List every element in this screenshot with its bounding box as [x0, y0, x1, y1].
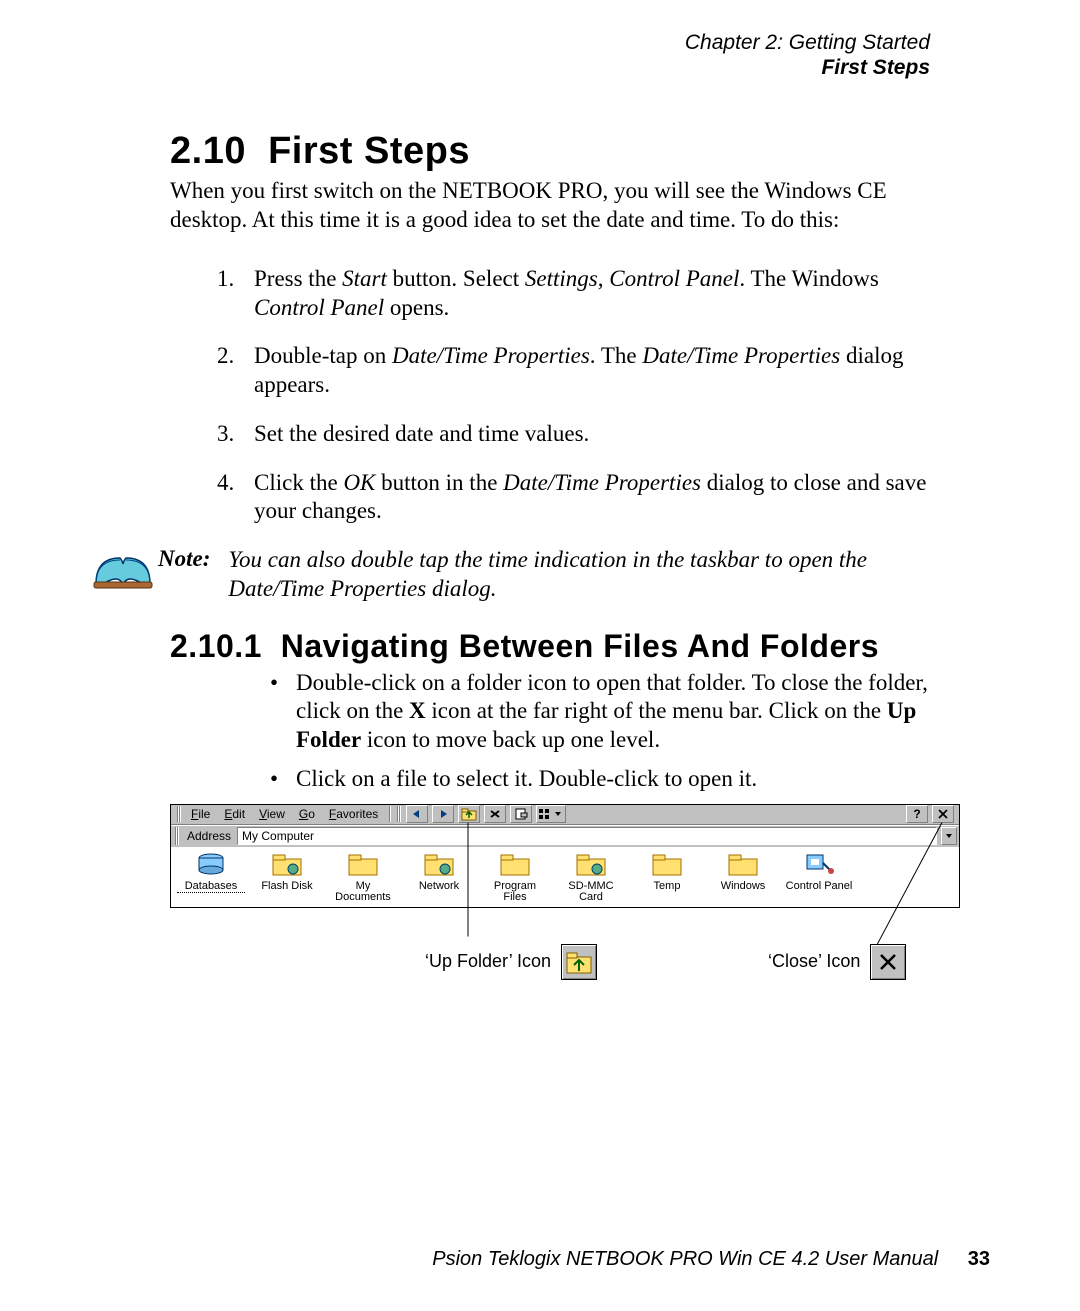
delete-button[interactable]	[484, 805, 506, 823]
page-number: 33	[968, 1248, 990, 1270]
fs-item[interactable]: Network	[405, 851, 473, 903]
address-bar: Address My Computer	[171, 825, 959, 847]
forward-button[interactable]	[432, 805, 454, 823]
bullet-2: Click on a file to select it. Double-cli…	[270, 765, 930, 794]
gripper[interactable]	[397, 806, 401, 822]
callout-label: ‘Up Folder’ Icon	[425, 951, 551, 972]
close-callout: ‘Close’ Icon	[768, 944, 906, 980]
step-1: Press the Start button. Select Settings,…	[240, 265, 930, 323]
callout-label: ‘Close’ Icon	[768, 951, 860, 972]
heading-title: First Steps	[268, 130, 470, 172]
back-button[interactable]	[406, 805, 428, 823]
menu-file[interactable]: File	[185, 804, 216, 824]
section-heading: 2.10 First Steps	[170, 130, 990, 173]
note-block: Note: You can also double tap the time i…	[90, 546, 930, 604]
address-label: Address	[185, 829, 233, 843]
fs-item[interactable]: Temp	[633, 851, 701, 903]
menu-go[interactable]: Go	[293, 804, 321, 824]
fs-item[interactable]: Databases	[177, 851, 245, 903]
header-chapter: Chapter 2: Getting Started	[90, 30, 930, 55]
up-folder-callout: ‘Up Folder’ Icon	[425, 944, 597, 980]
fs-item[interactable]: My Documents	[329, 851, 397, 903]
address-dropdown[interactable]	[941, 827, 957, 845]
subheading-title: Navigating Between Files And Folders	[281, 628, 879, 664]
book-icon	[92, 546, 154, 594]
menu-favorites[interactable]: Favorites	[323, 804, 384, 824]
fs-item[interactable]: SD-MMC Card	[557, 851, 625, 903]
up-folder-button[interactable]	[458, 805, 480, 823]
note-text: You can also double tap the time indicat…	[228, 546, 930, 604]
explorer-window: File Edit View Go Favorites ?	[170, 804, 960, 908]
step-4: Click the OK button in the Date/Time Pro…	[240, 469, 930, 527]
menu-edit[interactable]: Edit	[218, 804, 251, 824]
help-button[interactable]: ?	[906, 805, 928, 823]
fs-item[interactable]: Control Panel	[785, 851, 853, 903]
menubar: File Edit View Go Favorites ?	[171, 805, 959, 825]
explorer-figure: File Edit View Go Favorites ?	[170, 804, 930, 1014]
fs-item[interactable]: Program Files	[481, 851, 549, 903]
address-field[interactable]: My Computer	[237, 827, 937, 845]
bullet-list: Double-click on a folder icon to open th…	[270, 669, 930, 794]
up-folder-icon	[561, 944, 597, 980]
menu-view[interactable]: View	[253, 804, 291, 824]
close-icon	[870, 944, 906, 980]
views-button[interactable]	[536, 805, 566, 823]
step-3: Set the desired date and time values.	[240, 420, 930, 449]
fs-item[interactable]: Flash Disk	[253, 851, 321, 903]
footer-title: Psion Teklogix NETBOOK PRO Win CE 4.2 Us…	[432, 1248, 938, 1270]
file-list: DatabasesFlash DiskMy DocumentsNetworkPr…	[171, 847, 959, 907]
note-label: Note:	[158, 546, 210, 572]
step-2: Double-tap on Date/Time Properties. The …	[240, 342, 930, 400]
subsection-heading: 2.10.1 Navigating Between Files And Fold…	[170, 628, 990, 665]
steps-list: Press the Start button. Select Settings,…	[240, 265, 930, 526]
heading-number: 2.10	[170, 130, 246, 172]
gripper[interactable]	[177, 806, 181, 822]
close-button[interactable]	[932, 805, 954, 823]
page-footer: Psion Teklogix NETBOOK PRO Win CE 4.2 Us…	[0, 1248, 990, 1271]
properties-button[interactable]	[510, 805, 532, 823]
header-section: First Steps	[90, 55, 930, 80]
intro-paragraph: When you first switch on the NETBOOK PRO…	[170, 177, 930, 235]
subheading-number: 2.10.1	[170, 628, 262, 664]
fs-item[interactable]: Windows	[709, 851, 777, 903]
bullet-1: Double-click on a folder icon to open th…	[270, 669, 930, 755]
gripper[interactable]	[175, 827, 179, 845]
